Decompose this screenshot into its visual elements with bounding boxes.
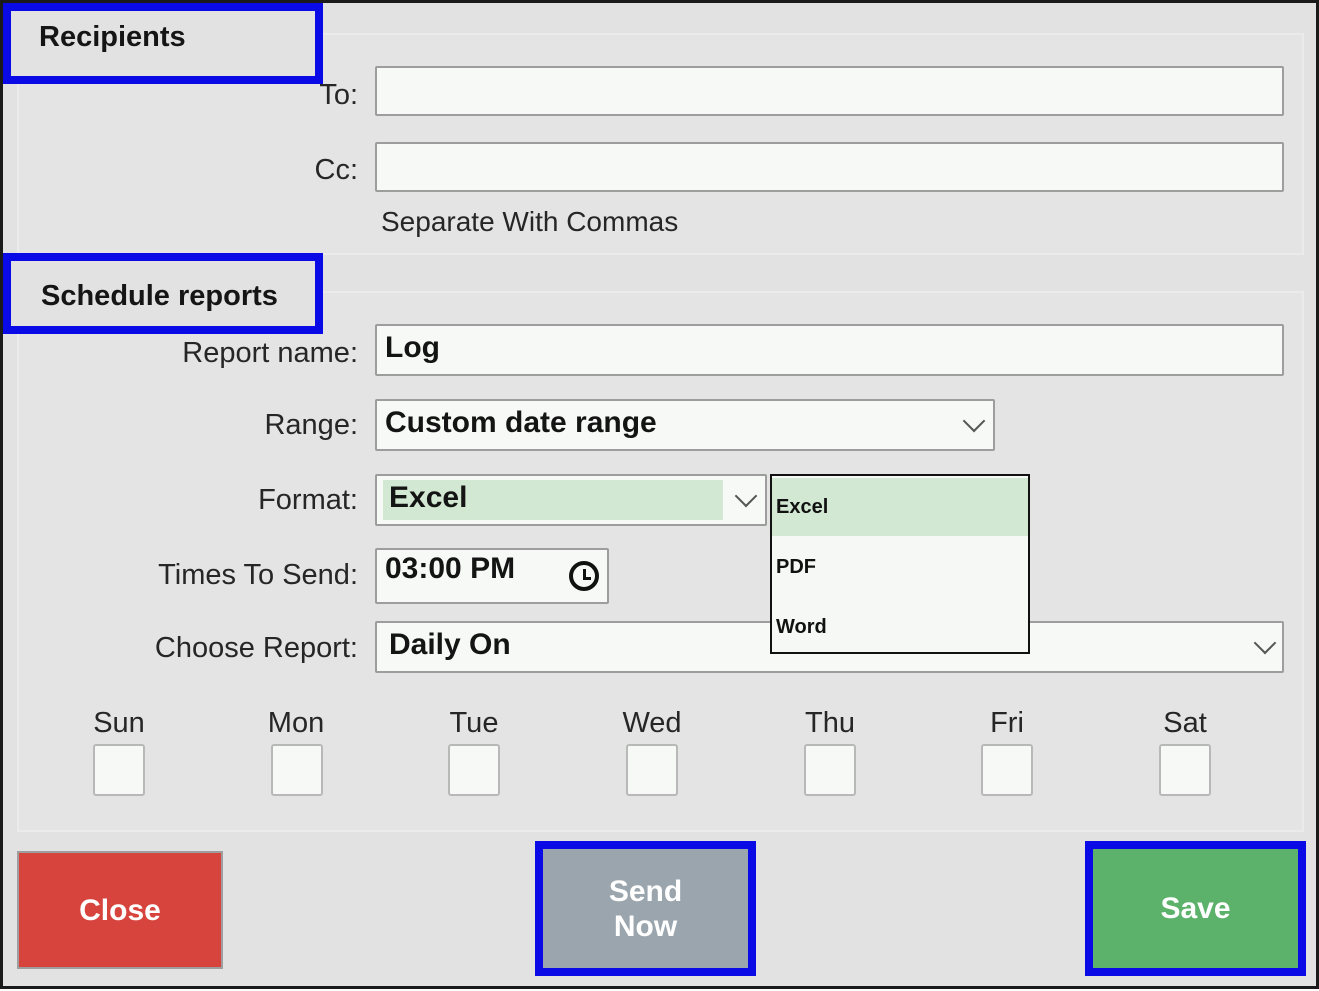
range-label: Range: — [264, 409, 358, 441]
day-checkbox-sat[interactable] — [1159, 744, 1211, 796]
schedule-dialog: Recipients To: Cc: Separate With Commas … — [0, 0, 1319, 989]
chevron-down-icon — [962, 409, 986, 433]
send-now-button[interactable]: Send Now — [535, 841, 756, 976]
report-name-value: Log — [385, 331, 440, 364]
range-select[interactable]: Custom date range — [375, 399, 995, 451]
send-now-label-line2: Now — [613, 909, 678, 943]
cc-label: Cc: — [314, 154, 359, 186]
format-option-pdf[interactable]: PDF — [772, 538, 1028, 596]
day-checkbox-thu[interactable] — [804, 744, 856, 796]
format-label: Format: — [258, 484, 358, 516]
format-option-excel[interactable]: Excel — [772, 478, 1028, 536]
day-label-sat: Sat — [1163, 707, 1207, 739]
times-to-send-label: Times To Send: — [158, 559, 358, 591]
clock-icon[interactable] — [569, 561, 599, 591]
close-button-label: Close — [79, 893, 161, 927]
cc-field[interactable] — [375, 142, 1284, 192]
day-checkbox-sun[interactable] — [93, 744, 145, 796]
format-select[interactable]: Excel — [375, 474, 767, 526]
schedule-title: Schedule reports — [41, 280, 278, 312]
choose-report-label: Choose Report: — [154, 632, 358, 664]
day-label-sun: Sun — [93, 707, 145, 739]
save-button[interactable]: Save — [1085, 841, 1306, 976]
day-checkbox-fri[interactable] — [981, 744, 1033, 796]
send-now-label-line1: Send — [608, 874, 683, 908]
day-checkbox-wed[interactable] — [626, 744, 678, 796]
save-button-label: Save — [1160, 892, 1231, 925]
report-name-label: Report name: — [182, 337, 358, 369]
time-value: 03:00 PM — [385, 552, 516, 585]
recipients-title: Recipients — [39, 21, 186, 53]
day-label-wed: Wed — [622, 707, 682, 739]
recipients-heading-box: Recipients — [3, 3, 323, 84]
choose-report-value: Daily On — [389, 628, 511, 661]
close-button[interactable]: Close — [17, 851, 223, 969]
format-option-word[interactable]: Word — [772, 598, 1028, 656]
separate-hint: Separate With Commas — [381, 206, 679, 237]
day-checkbox-tue[interactable] — [448, 744, 500, 796]
day-label-tue: Tue — [449, 707, 499, 739]
format-value: Excel — [389, 481, 468, 514]
day-checkbox-mon[interactable] — [271, 744, 323, 796]
chevron-down-icon — [1253, 631, 1277, 655]
day-label-mon: Mon — [267, 707, 325, 739]
time-picker-field[interactable]: 03:00 PM — [375, 548, 609, 604]
to-field[interactable] — [375, 66, 1284, 116]
to-label: To: — [319, 79, 358, 111]
day-label-fri: Fri — [990, 707, 1024, 739]
chevron-down-icon — [734, 484, 758, 508]
range-value: Custom date range — [385, 406, 657, 439]
format-dropdown-list: Excel PDF Word — [770, 474, 1030, 654]
schedule-heading-box: Schedule reports — [3, 253, 323, 334]
day-label-thu: Thu — [805, 707, 855, 739]
report-name-field[interactable]: Log — [375, 324, 1284, 376]
